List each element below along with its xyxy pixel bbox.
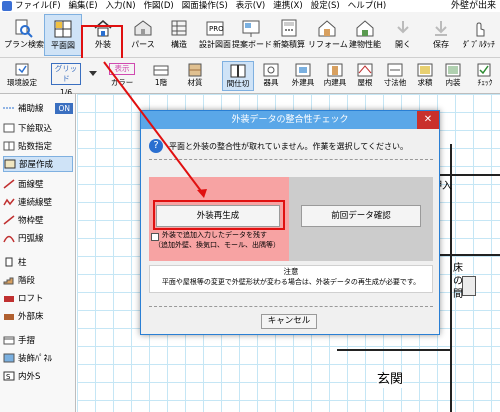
guide-arrow [103, 61, 207, 198]
